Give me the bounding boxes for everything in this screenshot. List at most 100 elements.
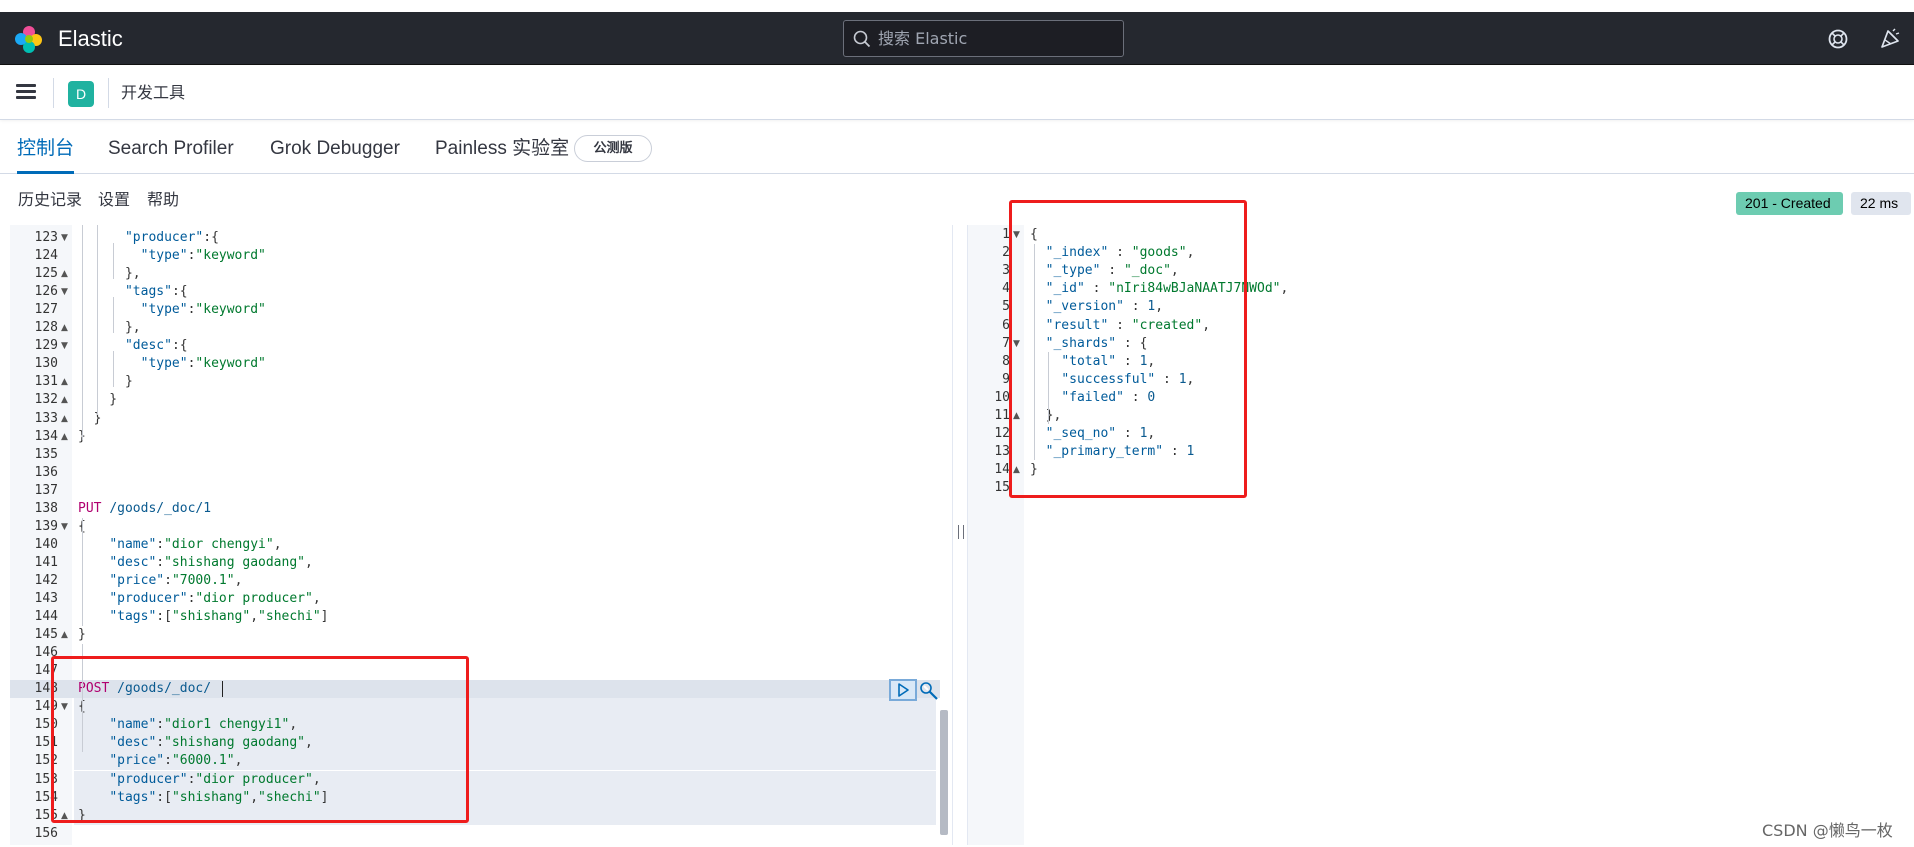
line-number: 14 xyxy=(994,462,1010,478)
fold-close-icon[interactable]: ▲ xyxy=(61,410,68,428)
indent-guide xyxy=(97,225,98,415)
help-icon[interactable] xyxy=(1826,27,1850,51)
line-number: 138 xyxy=(34,500,58,516)
line-number: 125 xyxy=(34,266,58,282)
fold-open-icon[interactable]: ▼ xyxy=(61,283,68,301)
play-icon xyxy=(898,683,909,697)
line-number: 142 xyxy=(34,572,58,588)
line-number: 129 xyxy=(34,338,58,354)
code-token: "keyword" xyxy=(195,356,266,372)
code-token: :{ xyxy=(171,338,188,354)
app-header: Elastic xyxy=(0,12,1914,65)
line-number: 12 xyxy=(994,426,1010,442)
line-number: 8 xyxy=(1002,353,1010,369)
fold-open-icon[interactable]: ▼ xyxy=(61,337,68,355)
editor-scrollbar[interactable] xyxy=(940,710,948,835)
line-number: 144 xyxy=(34,609,58,625)
line-number: 133 xyxy=(34,410,58,426)
hamburger-menu-icon[interactable] xyxy=(14,82,38,104)
code-line: "producer":"dior producer", xyxy=(78,590,320,608)
history-link[interactable]: 历史记录 xyxy=(18,189,82,211)
line-number: 2 xyxy=(1002,245,1010,261)
code-token: "type" xyxy=(140,356,188,372)
line-number: 9 xyxy=(1002,371,1010,387)
code-token: , xyxy=(305,554,313,570)
watermark: CSDN @懒鸟一枚 xyxy=(1762,821,1893,840)
code-line: "producer":{ xyxy=(78,229,219,247)
line-number: 124 xyxy=(34,248,58,264)
search-input[interactable] xyxy=(878,21,1118,56)
line-number: 13 xyxy=(994,444,1010,460)
newsfeed-icon[interactable] xyxy=(1878,27,1902,51)
fold-close-icon[interactable]: ▲ xyxy=(61,391,68,409)
elastic-logo-icon[interactable] xyxy=(14,24,44,54)
code-token: "name" xyxy=(109,536,157,552)
help-link[interactable]: 帮助 xyxy=(147,189,179,211)
send-request-button[interactable] xyxy=(889,679,917,701)
fold-open-icon[interactable]: ▼ xyxy=(61,518,68,536)
code-line: "type":"keyword" xyxy=(78,355,266,373)
beta-badge: 公测版 xyxy=(574,135,652,162)
fold-close-icon[interactable]: ▲ xyxy=(61,373,68,391)
line-number: 6 xyxy=(1002,317,1010,333)
tab-painless-lab[interactable]: Painless 实验室 xyxy=(435,121,569,174)
line-number: 145 xyxy=(34,627,58,643)
tab-console[interactable]: 控制台 xyxy=(17,121,75,174)
divider xyxy=(108,78,109,108)
resize-handle-icon[interactable] xyxy=(958,525,964,539)
fold-open-icon[interactable]: ▼ xyxy=(61,229,68,247)
line-number: 139 xyxy=(34,518,58,534)
line-number: 1 xyxy=(1002,227,1010,242)
line-number: 11 xyxy=(994,408,1010,423)
code-token: "shishang gaodang" xyxy=(164,554,305,570)
line-number: 126 xyxy=(34,284,58,300)
wrench-icon[interactable] xyxy=(918,680,940,702)
brand-name[interactable]: Elastic xyxy=(58,24,123,54)
code-token: "keyword" xyxy=(195,248,266,264)
breadcrumb-bar: D 开发工具 xyxy=(0,66,1914,120)
status-badge: 201 - Created xyxy=(1736,192,1843,215)
fold-close-icon[interactable]: ▲ xyxy=(61,265,68,283)
code-token: "shechi" xyxy=(258,609,321,625)
tab-grok-debugger[interactable]: Grok Debugger xyxy=(270,121,400,174)
line-number: 4 xyxy=(1002,281,1010,297)
code-token: : xyxy=(156,536,165,552)
code-line: "name":"dior chengyi", xyxy=(78,536,282,554)
pane-resizer[interactable] xyxy=(952,225,968,845)
line-number: 136 xyxy=(34,464,58,480)
line-number: 137 xyxy=(34,482,58,498)
line-number: 3 xyxy=(1002,263,1010,279)
fold-close-icon[interactable]: ▲ xyxy=(61,319,68,337)
divider xyxy=(53,78,54,108)
code-token: "desc" xyxy=(124,338,172,354)
request-time-badge: 22 ms xyxy=(1851,192,1911,215)
global-search[interactable] xyxy=(843,20,1124,57)
code-line: }, xyxy=(78,319,141,337)
code-token: "dior chengyi" xyxy=(164,536,274,552)
line-number: 123 xyxy=(34,230,58,245)
annotation-box-request xyxy=(51,656,469,823)
fold-close-icon[interactable]: ▲ xyxy=(61,428,68,446)
tab-search-profiler[interactable]: Search Profiler xyxy=(108,121,234,174)
settings-link[interactable]: 设置 xyxy=(98,189,130,211)
code-line: PUT /goods/_doc/1 xyxy=(78,500,211,518)
code-token: :{ xyxy=(203,230,219,245)
code-line: }, xyxy=(78,265,141,283)
code-token: , xyxy=(273,536,282,552)
code-token: "tags" xyxy=(124,284,172,300)
line-number: 127 xyxy=(34,302,58,318)
code-token: "7000.1" xyxy=(171,572,235,588)
line-number: 135 xyxy=(34,446,58,462)
code-token: : xyxy=(164,572,172,588)
code-token: "keyword" xyxy=(195,302,266,318)
code-line: } xyxy=(78,626,86,644)
space-avatar[interactable]: D xyxy=(68,81,94,107)
code-token: ] xyxy=(320,609,329,625)
code-token: : xyxy=(156,554,165,570)
console-toolbar: 历史记录 设置 帮助 201 - Created 22 ms xyxy=(0,175,1914,225)
fold-close-icon[interactable]: ▲ xyxy=(61,626,68,644)
line-number: 130 xyxy=(34,356,58,372)
